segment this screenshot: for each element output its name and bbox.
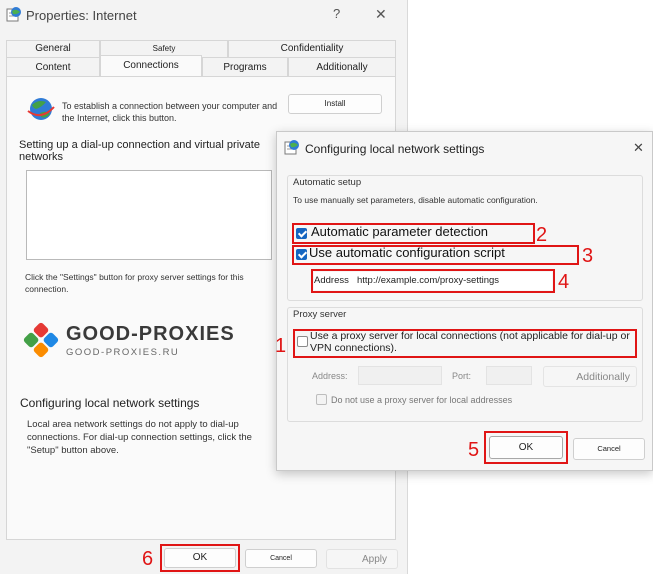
outer-title: Properties: Internet [26,8,137,23]
proxy-port-label: Port: [452,371,472,381]
use-proxy-checkbox[interactable] [297,336,308,347]
install-button[interactable]: Install [288,94,382,114]
annotation-marker-2: 2 [536,224,548,246]
tab-connections[interactable]: Connections [100,55,202,77]
proxy-port-input[interactable] [486,366,532,385]
script-address-label: Address [314,275,349,286]
proxy-address-label: Address: [312,371,348,381]
script-address-value[interactable]: http://example.com/proxy-settings [357,275,499,286]
bypass-local-checkbox[interactable] [316,394,327,405]
auto-detect-checkbox[interactable] [296,228,307,239]
lan-text: Local area network settings do not apply… [27,419,252,456]
auto-script-checkbox[interactable] [296,249,307,260]
automatic-setup-legend: Automatic setup [293,177,362,188]
good-proxies-domain: GOOD-PROXIES.RU [66,347,180,358]
use-proxy-label[interactable]: Use a proxy server for local connections… [310,330,636,357]
help-button[interactable]: ? [333,6,340,21]
inner-ok-button[interactable]: OK [489,436,563,459]
annotation-marker-6: 6 [142,548,154,570]
tab-additionally[interactable]: Additionally [288,57,396,76]
proxy-server-legend: Proxy server [293,309,347,320]
lan-dialog-icon [284,139,300,155]
auto-detect-label[interactable]: Automatic parameter detection [311,224,488,239]
ok-button[interactable]: OK [164,548,236,568]
additionally-button[interactable]: Additionally [543,366,637,387]
app-icon [6,6,22,22]
annotation-marker-3: 3 [582,245,594,267]
annotation-marker-4: 4 [558,271,570,293]
lan-settings-dialog: Configuring local network settings ✕ Aut… [275,131,653,471]
tab-confidentiality[interactable]: Confidentiality [228,40,396,57]
good-proxies-logo-icon [20,319,62,361]
lan-dialog-close-icon[interactable]: ✕ [633,140,644,156]
tab-programs[interactable]: Programs [202,57,288,76]
annotation-marker-1: 1 [275,335,287,357]
cancel-button[interactable]: Cancel [245,549,317,568]
close-icon[interactable]: ✕ [375,6,387,23]
settings-hint: Click the "Settings" button for proxy se… [25,272,244,294]
lan-dialog-title: Configuring local network settings [305,142,485,156]
connections-list[interactable] [26,170,272,260]
lan-heading: Configuring local network settings [20,396,200,410]
inner-cancel-button[interactable]: Cancel [573,438,645,460]
annotation-marker-5: 5 [468,439,480,461]
globe-icon [26,95,56,123]
apply-button[interactable]: Apply [326,549,398,569]
tab-general[interactable]: General [6,40,100,57]
tab-content[interactable]: Content [6,57,100,76]
dialup-heading: Setting up a dial-up connection and virt… [19,139,260,163]
good-proxies-brand: GOOD-PROXIES [66,323,235,345]
proxy-address-input[interactable] [358,366,442,385]
auto-script-label[interactable]: Use automatic configuration script [309,245,505,260]
automatic-setup-hint: To use manually set parameters, disable … [293,195,538,205]
bypass-local-label[interactable]: Do not use a proxy server for local addr… [331,395,512,405]
establish-text: To establish a connection between your c… [62,101,278,123]
